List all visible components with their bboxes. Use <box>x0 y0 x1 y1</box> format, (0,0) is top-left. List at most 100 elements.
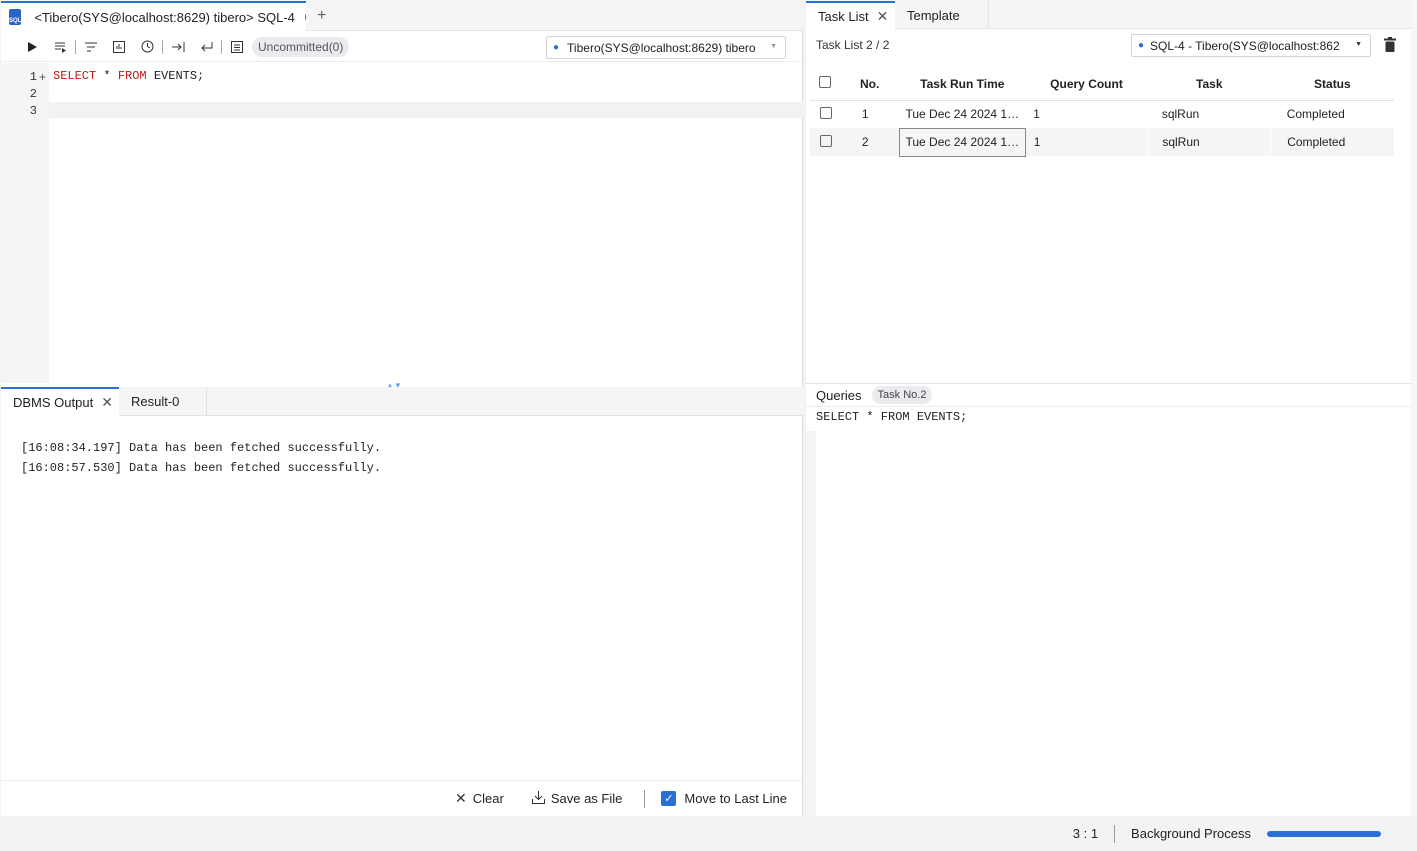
cursor-position: 3 : 1 <box>1072 826 1099 841</box>
editor-pane: SQL <Tibero(SYS@localhost:8629) tibero> … <box>1 1 803 816</box>
download-icon <box>531 790 545 807</box>
editor-toolbar: Uncommitted(0) ● Tibero(SYS@localhost:86… <box>1 32 803 62</box>
connection-select[interactable]: ● Tibero(SYS@localhost:8629) tibero ▼ <box>546 36 786 59</box>
queries-header: Queries Task No.2 <box>806 383 1411 407</box>
cell-time[interactable]: Tue Dec 24 2024 1… <box>898 127 1026 157</box>
cell-no: 1 <box>861 107 869 122</box>
chevron-down-icon: ▼ <box>1355 41 1362 48</box>
query-gutter <box>806 431 816 816</box>
task-table: No. Task Run Time Query Count Task Statu… <box>810 68 1394 157</box>
save-as-file-button[interactable]: Save as File <box>531 790 623 807</box>
cell-task: sqlRun <box>1147 128 1271 156</box>
explain-plan-icon[interactable] <box>108 36 130 58</box>
column-header[interactable]: Task Run Time <box>899 68 1026 101</box>
run-statement-icon[interactable] <box>49 36 71 58</box>
progress-fill <box>1267 830 1381 837</box>
column-header[interactable]: Query Count <box>1025 68 1148 101</box>
editor-tab-sql-4[interactable]: SQL <Tibero(SYS@localhost:8629) tibero> … <box>1 1 306 31</box>
close-icon[interactable]: ✕ <box>877 8 889 25</box>
table-row[interactable]: 1 Tue Dec 24 2024 1… 1 sqlRun Completed <box>810 100 1394 128</box>
tab-task-list[interactable]: Task List ✕ <box>806 1 895 29</box>
task-count: Task List 2 / 2 <box>816 38 890 52</box>
transaction-icon[interactable] <box>226 36 248 58</box>
column-header[interactable]: Task <box>1147 68 1271 101</box>
wrap-icon[interactable] <box>195 36 217 58</box>
cell-time: Tue Dec 24 2024 1… <box>905 107 1020 121</box>
line-number: 3 <box>29 104 37 118</box>
toolbar-divider <box>162 39 163 54</box>
save-label: Save as File <box>550 791 623 806</box>
log-line: [16:08:34.197] Data has been fetched suc… <box>21 441 382 455</box>
row-checkbox[interactable] <box>810 128 840 156</box>
cell-status: Completed <box>1286 107 1345 122</box>
run-icon[interactable] <box>21 36 43 58</box>
status-bar: 3 : 1 Background Process <box>0 816 1417 851</box>
tab-template[interactable]: Template <box>895 1 989 29</box>
status-divider <box>1114 824 1116 843</box>
cell-count: 1 <box>1025 128 1148 156</box>
connection-label: Tibero(SYS@localhost:8629) tibero <box>567 40 756 55</box>
footer-divider <box>644 789 646 808</box>
editor-tabbar: SQL <Tibero(SYS@localhost:8629) tibero> … <box>1 1 803 31</box>
tab-result-0[interactable]: Result-0 <box>119 387 207 416</box>
add-tab-button[interactable]: + <box>317 7 326 25</box>
move-to-last-line-checkbox[interactable]: ✓ Move to Last Line <box>661 791 787 806</box>
tab-label: DBMS Output <box>13 395 94 410</box>
tab-label: Result-0 <box>131 394 180 409</box>
clear-label: Clear <box>472 791 504 806</box>
history-icon[interactable] <box>136 36 158 58</box>
toolbar-divider <box>75 39 76 54</box>
keyword: FROM <box>117 69 147 83</box>
chevron-down-icon: ▼ <box>770 43 777 50</box>
task-pane: Task List ✕ Template Task List 2 / 2 ● S… <box>806 1 1411 816</box>
user-icon: ● <box>553 42 560 53</box>
task-connection-select[interactable]: ● SQL-4 - Tibero(SYS@localhost:8629) tib… <box>1131 34 1371 57</box>
user-icon: ● <box>1138 40 1145 51</box>
select-all-checkbox[interactable] <box>810 68 840 101</box>
task-connection-label: SQL-4 - Tibero(SYS@localhost:8629) tiber… <box>1150 38 1341 53</box>
background-progress-bar <box>1267 830 1381 837</box>
keyword: SELECT <box>53 69 97 83</box>
column-header[interactable]: No. <box>839 68 900 101</box>
format-icon[interactable] <box>80 36 102 58</box>
active-line-highlight <box>49 102 803 118</box>
column-header[interactable]: Status <box>1270 68 1394 101</box>
indent-icon[interactable] <box>167 36 189 58</box>
line-gutter: 1 2 3 + <box>1 63 49 383</box>
tab-dbms-output[interactable]: DBMS Output ✕ <box>1 387 119 416</box>
cell-no: 2 <box>839 128 900 156</box>
queries-label: Queries <box>816 387 862 403</box>
cell-count: 1 <box>1033 107 1040 122</box>
code-line-1: SELECT * FROM EVENTS; <box>53 69 204 83</box>
table-row[interactable]: 2 Tue Dec 24 2024 1… 1 sqlRun Completed <box>810 127 1394 157</box>
query-text: SELECT * FROM EVENTS; <box>816 410 968 424</box>
code-text: * <box>96 69 118 83</box>
task-chip: Task No.2 <box>871 386 933 404</box>
scrollbar-track[interactable] <box>1411 0 1417 816</box>
check-icon: ✓ <box>661 791 677 806</box>
move-last-label: Move to Last Line <box>684 791 787 806</box>
tab-label: Template <box>907 7 960 23</box>
output-footer: ✕ Clear Save as File ✓ Move to Last Line <box>1 780 803 816</box>
line-number: 1 <box>29 70 37 84</box>
editor-tab-title: <Tibero(SYS@localhost:8629) tibero> SQL-… <box>34 9 295 25</box>
cell-status: Completed <box>1270 128 1394 156</box>
uncommitted-badge[interactable]: Uncommitted(0) <box>252 36 350 57</box>
fold-marker-icon[interactable]: + <box>39 70 46 84</box>
close-icon[interactable]: ✕ <box>101 394 113 411</box>
background-process-label: Background Process <box>1131 826 1251 841</box>
table-header: No. Task Run Time Query Count Task Statu… <box>810 68 1394 101</box>
cell-task: sqlRun <box>1161 107 1200 122</box>
trash-icon[interactable] <box>1384 37 1396 52</box>
tab-label: Task List <box>818 8 869 24</box>
log-line: [16:08:57.530] Data has been fetched suc… <box>21 461 382 475</box>
sql-editor[interactable]: 1 2 3 + SELECT * FROM EVENTS; <box>1 63 803 383</box>
unsaved-dot-icon <box>304 14 306 20</box>
code-text: EVENTS; <box>146 69 205 83</box>
close-icon: ✕ <box>455 790 467 806</box>
row-checkbox[interactable] <box>810 100 840 128</box>
clear-button[interactable]: ✕ Clear <box>455 790 504 807</box>
dbms-output-log: [16:08:34.197] Data has been fetched suc… <box>21 438 381 478</box>
sql-file-icon: SQL <box>9 9 22 25</box>
app-window: SQL <Tibero(SYS@localhost:8629) tibero> … <box>0 0 1417 851</box>
